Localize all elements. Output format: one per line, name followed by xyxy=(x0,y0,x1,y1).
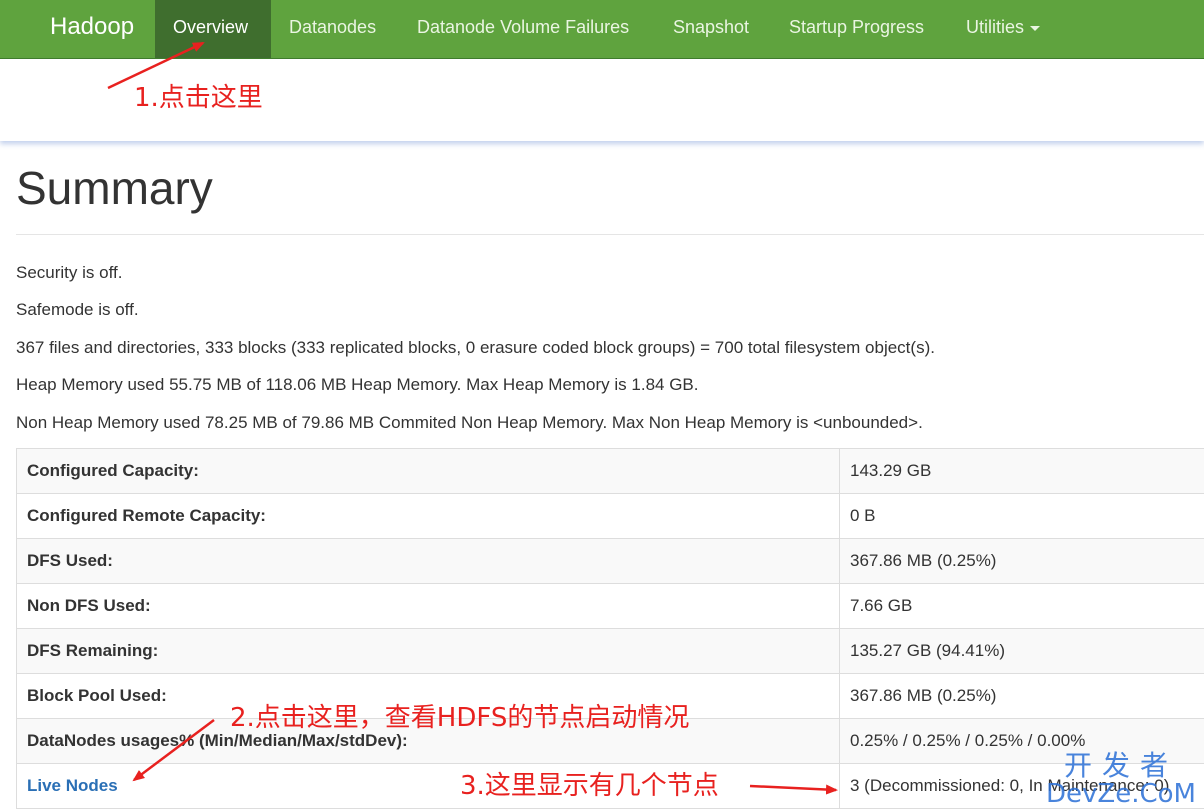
watermark-bottom: DevZe.CoM xyxy=(1046,779,1196,809)
arrow-step3 xyxy=(749,784,838,795)
watermark-top: 开发者 xyxy=(1064,749,1179,782)
annotation-arrows xyxy=(107,41,838,795)
annotation-step3: 3.这里显示有几个节点 xyxy=(460,771,719,801)
annotation-step2: 2.点击这里，查看HDFS的节点启动情况 xyxy=(230,703,690,733)
arrow-step2 xyxy=(132,719,215,782)
annotation-step1: 1.点击这里 xyxy=(134,83,263,113)
watermark: 开发者 DevZe.CoM xyxy=(1046,749,1196,809)
